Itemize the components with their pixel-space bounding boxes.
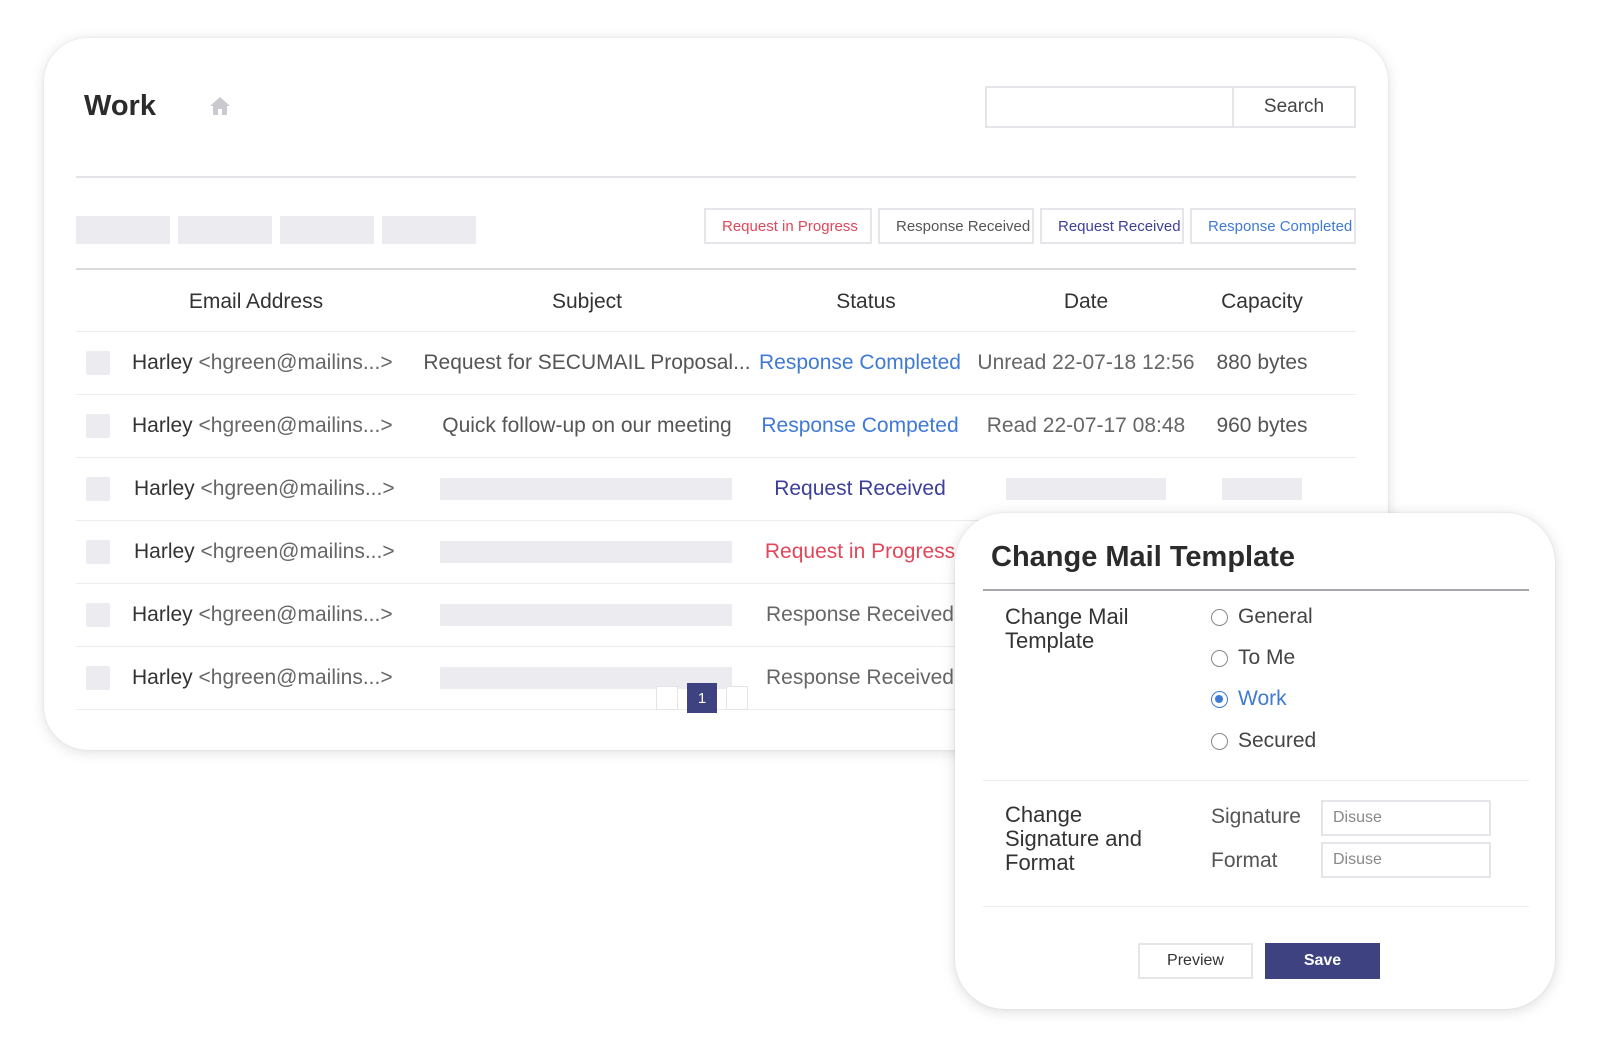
date-placeholder bbox=[1006, 478, 1166, 500]
radio-label: General bbox=[1238, 605, 1313, 628]
row-checkbox[interactable] bbox=[86, 603, 110, 627]
section-divider bbox=[983, 906, 1529, 907]
placeholder-tabs bbox=[76, 216, 476, 244]
page-header: Work Search bbox=[76, 86, 1356, 178]
column-header-status: Status bbox=[836, 290, 896, 313]
table-row[interactable]: Harley <hgreen@mailins...> Request Recei… bbox=[76, 458, 1356, 521]
table-row[interactable]: Harley <hgreen@mailins...> Quick follow-… bbox=[76, 395, 1356, 458]
email-address: Harley <hgreen@mailins...> bbox=[134, 540, 395, 563]
search-button[interactable]: Search bbox=[1232, 88, 1354, 126]
dialog-title: Change Mail Template bbox=[991, 541, 1296, 573]
signature-section-label: Change Signature and Format bbox=[1005, 802, 1142, 875]
status-badge: Request in Progress bbox=[764, 540, 956, 563]
row-checkbox[interactable] bbox=[86, 540, 110, 564]
email-address: Harley <hgreen@mailins...> bbox=[132, 603, 393, 626]
radio-button[interactable] bbox=[1211, 649, 1228, 667]
search-box: Search bbox=[985, 86, 1356, 128]
column-header-capacity: Capacity bbox=[1221, 290, 1303, 313]
date: Read 22-07-17 08:48 bbox=[986, 414, 1186, 437]
radio-option-to-me[interactable]: To Me bbox=[1211, 646, 1295, 670]
email-address: Harley <hgreen@mailins...> bbox=[134, 477, 395, 500]
filter-response-received[interactable]: Response Received bbox=[878, 208, 1034, 244]
radio-option-general[interactable]: General bbox=[1211, 605, 1313, 629]
status-filters: Request in Progress Response Received Re… bbox=[704, 208, 1356, 244]
status-badge: Response Completed bbox=[759, 351, 961, 374]
email-address: Harley <hgreen@mailins...> bbox=[132, 666, 393, 689]
capacity-placeholder bbox=[1222, 478, 1302, 500]
status-badge: Request Received bbox=[774, 477, 946, 500]
template-section-label: Change Mail Template bbox=[1005, 604, 1129, 653]
search-input[interactable] bbox=[987, 88, 1232, 126]
page-title: Work bbox=[84, 90, 156, 122]
save-button[interactable]: Save bbox=[1265, 943, 1380, 979]
filter-request-received[interactable]: Request Received bbox=[1040, 208, 1184, 244]
radio-label: Secured bbox=[1238, 729, 1317, 752]
page-number-current[interactable]: 1 bbox=[687, 683, 717, 713]
pagination: 1 bbox=[656, 683, 748, 713]
filter-request-in-progress[interactable]: Request in Progress bbox=[704, 208, 872, 244]
title-divider bbox=[983, 589, 1529, 591]
radio-button[interactable] bbox=[1211, 608, 1228, 626]
radio-label: Work bbox=[1238, 687, 1287, 710]
subject-placeholder bbox=[440, 541, 732, 563]
placeholder-tab[interactable] bbox=[280, 216, 374, 244]
radio-option-secured[interactable]: Secured bbox=[1211, 729, 1316, 753]
subject-placeholder bbox=[440, 478, 732, 500]
row-checkbox[interactable] bbox=[86, 477, 110, 501]
radio-label: To Me bbox=[1238, 646, 1296, 669]
radio-option-work[interactable]: Work bbox=[1211, 687, 1287, 711]
email-address: Harley <hgreen@mailins...> bbox=[132, 414, 393, 437]
placeholder-tab[interactable] bbox=[178, 216, 272, 244]
table-row[interactable]: Harley <hgreen@mailins...> Request for S… bbox=[76, 332, 1356, 395]
next-page-button[interactable] bbox=[726, 686, 748, 710]
column-header-email: Email Address bbox=[188, 290, 324, 313]
row-checkbox[interactable] bbox=[86, 666, 110, 690]
signature-select[interactable]: Disuse bbox=[1321, 800, 1491, 836]
change-mail-template-dialog: Change Mail Template Change Mail Templat… bbox=[955, 513, 1555, 1009]
radio-button[interactable] bbox=[1211, 732, 1228, 750]
status-badge: Response Received bbox=[766, 666, 954, 689]
column-header-subject: Subject bbox=[551, 290, 623, 313]
format-label: Format bbox=[1211, 849, 1278, 872]
prev-page-button[interactable] bbox=[656, 686, 678, 710]
placeholder-tab[interactable] bbox=[76, 216, 170, 244]
status-badge: Response Competed bbox=[761, 414, 959, 437]
capacity: 960 bytes bbox=[1216, 414, 1308, 437]
radio-button-selected[interactable] bbox=[1211, 690, 1228, 708]
subject: Request for SECUMAIL Proposal... bbox=[423, 351, 751, 374]
preview-button[interactable]: Preview bbox=[1138, 943, 1253, 979]
capacity: 880 bytes bbox=[1216, 351, 1308, 374]
column-header-date: Date bbox=[1063, 290, 1109, 313]
placeholder-tab[interactable] bbox=[382, 216, 476, 244]
date: Unread 22-07-18 12:56 bbox=[977, 351, 1195, 374]
format-select[interactable]: Disuse bbox=[1321, 842, 1491, 878]
row-checkbox[interactable] bbox=[86, 351, 110, 375]
signature-label: Signature bbox=[1211, 805, 1301, 828]
home-icon[interactable] bbox=[208, 94, 232, 118]
row-checkbox[interactable] bbox=[86, 414, 110, 438]
status-badge: Response Received bbox=[766, 603, 954, 626]
subject: Quick follow-up on our meeting bbox=[442, 414, 732, 437]
email-address: Harley <hgreen@mailins...> bbox=[132, 351, 393, 374]
subject-placeholder bbox=[440, 604, 732, 626]
filter-response-completed[interactable]: Response Completed bbox=[1190, 208, 1356, 244]
section-divider bbox=[983, 780, 1529, 781]
table-header: Email Address Subject Status Date Capaci… bbox=[76, 270, 1356, 332]
